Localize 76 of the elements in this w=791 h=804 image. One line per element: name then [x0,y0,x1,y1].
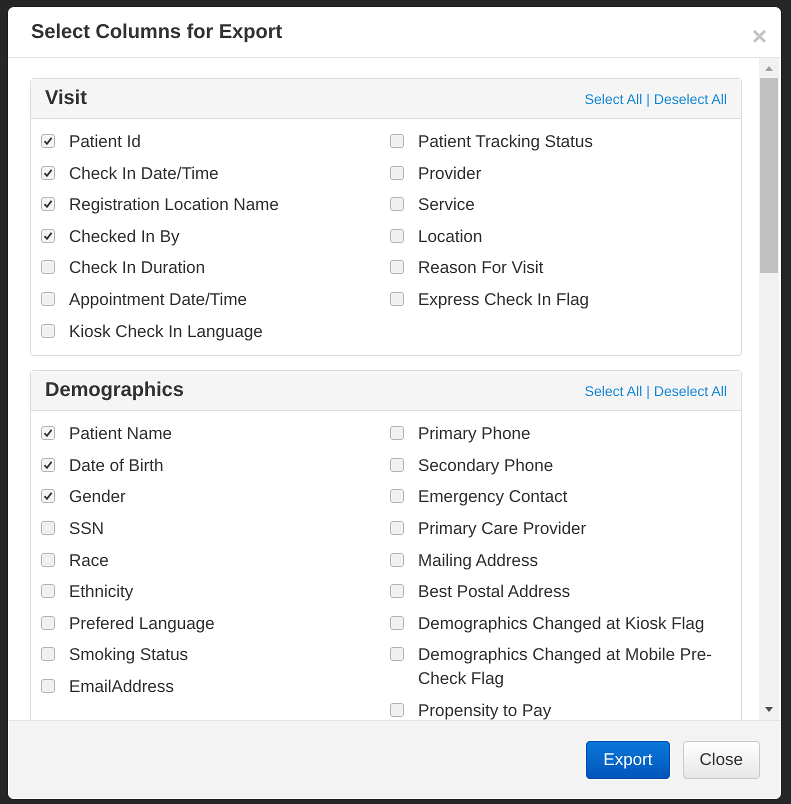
section-title: Visit [45,87,87,110]
checkbox[interactable] [390,647,404,662]
checkbox[interactable] [390,292,404,306]
checkbox[interactable] [41,228,55,243]
checkbox[interactable] [390,197,404,212]
export-button[interactable]: Export [586,741,670,779]
checkbox[interactable] [41,166,55,180]
checkbox[interactable] [390,584,404,598]
column-option-label: Kiosk Check In Language [69,320,263,343]
column-option-label: Gender [69,486,126,508]
column-option-label: Demographics Changed at Kiosk Flag [418,612,704,635]
column-option-label: Mailing Address [418,550,538,572]
checkbox[interactable] [41,489,55,504]
column-option-label: Race [69,550,109,572]
select-all-link[interactable]: Select All [584,382,642,399]
scrollbar[interactable] [759,58,779,720]
link-separator: | [646,90,650,106]
deselect-all-link[interactable]: Deselect All [654,382,727,399]
checkbox[interactable] [390,166,404,180]
checkbox[interactable] [390,260,404,274]
column-option-label: Primary Phone [418,423,530,446]
column-option-label: Demographics Changed at Mobile Pre-Check Flag [418,644,713,690]
column-option-label: Express Check In Flag [418,288,590,311]
checkbox[interactable] [41,520,55,535]
checkbox[interactable] [390,702,404,717]
checkbox[interactable] [390,616,404,630]
column-option-label: Patient Name [69,423,172,446]
select-all-link[interactable]: Select All [584,90,642,106]
dialog-title: Select Columns for Export [31,20,282,44]
column-option-label: Registration Location Name [69,194,279,216]
checkbox[interactable] [390,426,404,440]
column-option-label: Checked In By [69,226,180,248]
column-option-label: Check In Duration [69,257,206,280]
column-option-label: Reason For Visit [418,257,544,280]
deselect-all-link[interactable]: Deselect All [654,90,727,106]
checkbox[interactable] [41,584,55,598]
checkbox[interactable] [41,647,55,662]
checkbox[interactable] [390,134,404,148]
checkbox[interactable] [41,324,55,338]
column-option-label: Smoking Status [69,644,188,666]
column-option-label: Provider [418,162,482,185]
scroll-up-icon[interactable] [765,66,773,71]
column-option-label: Patient Tracking Status [418,131,593,153]
checkbox[interactable] [41,292,55,306]
column-option-label: Secondary Phone [418,454,554,477]
column-option-label: Service [418,194,475,216]
column-option-label: Emergency Contact [418,486,568,508]
column-option-label: Patient Id [69,131,141,153]
checkbox[interactable] [41,260,55,274]
column-option-label: Prefered Language [69,612,215,635]
checkbox[interactable] [390,228,404,243]
checkbox[interactable] [390,520,404,535]
checkbox[interactable] [41,426,55,440]
column-option-label: SSN [69,518,104,540]
column-option-label: Ethnicity [69,581,134,604]
column-option-label: Check In Date/Time [69,162,219,185]
column-option-label: Best Postal Address [418,581,570,604]
checkbox[interactable] [41,197,55,212]
checkbox[interactable] [390,458,404,472]
checkbox[interactable] [41,458,55,472]
section-title: Demographics [45,379,184,402]
column-option-label: EmailAddress [69,676,174,698]
column-option-label: Location [418,226,482,248]
checkbox[interactable] [41,678,55,693]
column-option-label: Primary Care Provider [418,518,586,540]
link-separator: | [646,382,650,399]
checkbox[interactable] [41,616,55,630]
checkbox[interactable] [41,552,55,567]
column-option-label: Appointment Date/Time [69,288,247,311]
column-option-label: Propensity to Pay [418,700,552,720]
scroll-down-icon[interactable] [765,707,773,712]
checkbox[interactable] [390,489,404,504]
checkbox[interactable] [390,552,404,567]
column-option-label: Date of Birth [69,454,164,477]
checkbox[interactable] [41,134,55,148]
close-button[interactable]: Close [682,741,760,779]
